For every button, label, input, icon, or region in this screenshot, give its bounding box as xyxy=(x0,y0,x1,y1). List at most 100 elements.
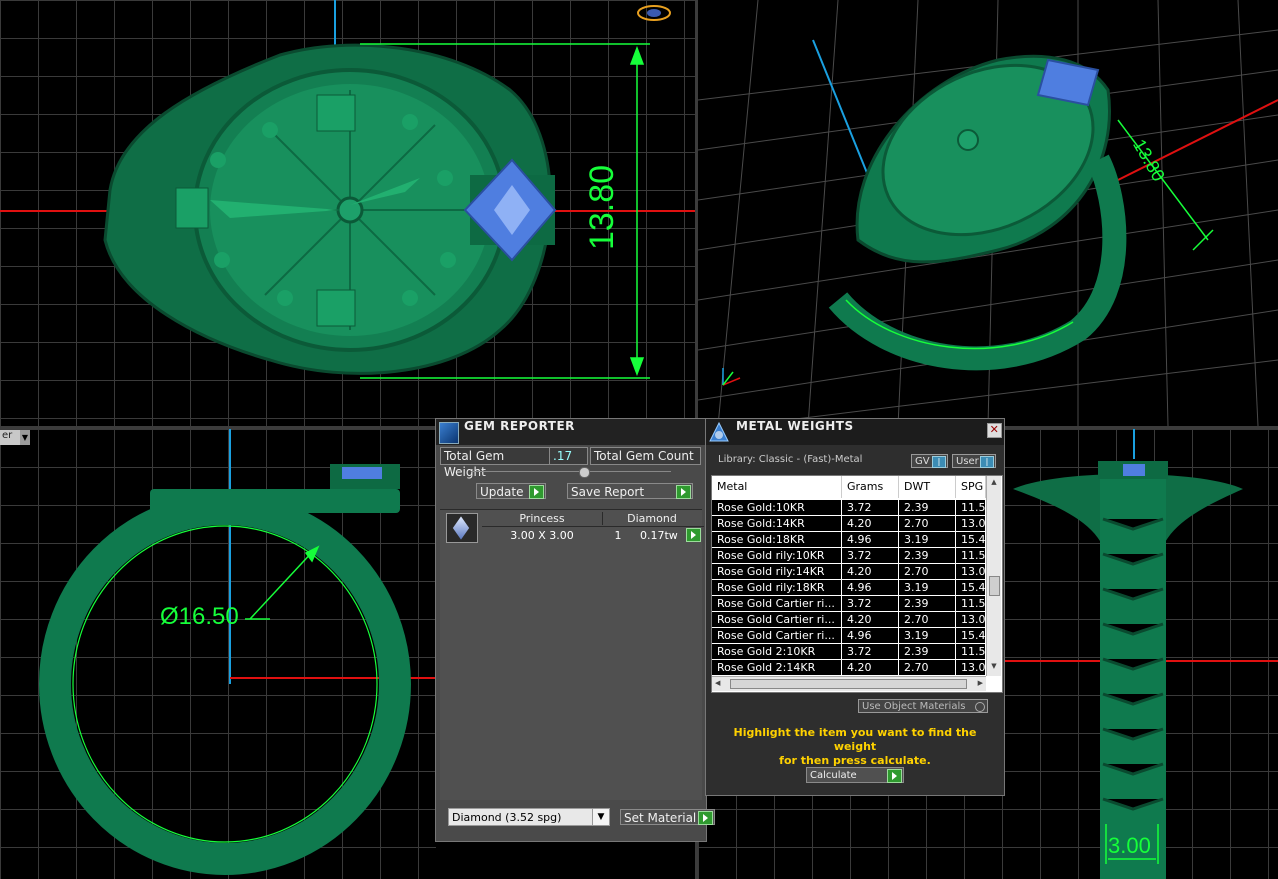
grams-cell: 3.72 xyxy=(842,548,899,563)
horizontal-scrollbar[interactable]: ◀ ▶ xyxy=(712,676,986,691)
gem-material-select-value: Diamond (3.52 spg) xyxy=(452,811,562,824)
viewport-menu[interactable]: er ▼ xyxy=(0,430,30,445)
user-toggle-label: User xyxy=(956,456,979,467)
spg-cell: 13.03 xyxy=(956,660,986,675)
spg-cell: 13.03 xyxy=(956,564,986,579)
table-row[interactable]: Rose Gold rily:10KR3.722.3911.54 xyxy=(712,548,986,564)
table-row[interactable]: Rose Gold Cartier ri...4.202.7013.03 xyxy=(712,612,986,628)
scroll-right-icon[interactable]: ▶ xyxy=(978,679,983,687)
spg-cell: 11.54 xyxy=(956,548,986,563)
table-row[interactable]: Rose Gold 2:10KR3.722.3911.54 xyxy=(712,644,986,660)
dimension-label-height: 13.80 xyxy=(583,164,622,251)
table-row[interactable]: Rose Gold Cartier ri...3.722.3911.54 xyxy=(712,596,986,612)
user-toggle[interactable]: User | xyxy=(952,454,996,468)
gem-reporter-titlebar[interactable]: GEM REPORTER xyxy=(436,419,706,445)
table-row[interactable]: Rose Gold rily:18KR4.963.1915.42 xyxy=(712,580,986,596)
ring-front-view xyxy=(39,429,436,875)
close-icon[interactable]: ✕ xyxy=(987,423,1002,438)
axis-gizmo-icon xyxy=(722,368,741,386)
set-material-button-label: Set Material xyxy=(624,811,697,825)
grams-cell: 3.72 xyxy=(842,500,899,515)
dwt-cell: 2.39 xyxy=(899,548,956,563)
ring-perspective-view xyxy=(698,0,1278,426)
calculate-hint-line1: Highlight the item you want to find the … xyxy=(733,726,977,753)
grams-cell: 4.20 xyxy=(842,564,899,579)
spg-cell: 11.54 xyxy=(956,596,986,611)
gem-material-select[interactable]: Diamond (3.52 spg) ▼ xyxy=(448,808,610,826)
save-report-button-label: Save Report xyxy=(571,485,645,499)
gem-thumbnail-icon xyxy=(446,513,478,543)
gem-weight: 0.17tw xyxy=(640,529,678,542)
grams-cell: 4.20 xyxy=(842,660,899,675)
toggle-indicator-icon: | xyxy=(932,456,946,468)
metal-library-label: Library: Classic - (Fast)-Metal xyxy=(718,454,863,465)
calculate-button-label: Calculate xyxy=(810,770,857,781)
viewport-front[interactable]: Ø16.50 xyxy=(0,429,436,879)
gv-toggle[interactable]: GV | xyxy=(911,454,948,468)
scroll-down-icon[interactable]: ▼ xyxy=(987,662,1001,672)
gem-reporter-panel: GEM REPORTER Total Gem Weight .17 Total … xyxy=(435,418,715,842)
viewport-top[interactable]: 13.80 xyxy=(0,0,695,426)
scroll-thumb[interactable] xyxy=(989,576,1000,596)
metal-name-cell: Rose Gold rily:10KR xyxy=(712,548,842,563)
column-header-spg[interactable]: SPG xyxy=(956,476,986,498)
column-header-metal[interactable]: Metal xyxy=(712,476,842,498)
calculate-button[interactable]: Calculate xyxy=(806,767,904,783)
go-arrow-icon xyxy=(698,811,713,825)
metal-name-cell: Rose Gold 2:10KR xyxy=(712,644,842,659)
spg-cell: 13.03 xyxy=(956,612,986,627)
save-report-button[interactable]: Save Report xyxy=(567,483,693,499)
vertical-scrollbar[interactable]: ▲ ▼ xyxy=(986,476,1001,676)
chevron-down-icon[interactable]: ▼ xyxy=(20,430,30,445)
metal-name-cell: Rose Gold Cartier ri... xyxy=(712,596,842,611)
table-row[interactable]: Rose Gold:10KR3.722.3911.54 xyxy=(712,500,986,516)
spg-cell: 11.54 xyxy=(956,644,986,659)
go-arrow-icon xyxy=(529,485,544,499)
scroll-left-icon[interactable]: ◀ xyxy=(715,679,720,687)
gem-reporter-icon xyxy=(439,422,459,444)
metal-weights-table[interactable]: Metal Grams DWT SPG Rose Gold:10KR 3.72 2.… xyxy=(711,475,1003,693)
metal-name-cell: Rose Gold rily:14KR xyxy=(712,564,842,579)
metal-name-cell: Rose Gold:18KR xyxy=(712,532,842,547)
gem-list[interactable]: Princess Diamond 3.00 X 3.00 1 0.17tw xyxy=(440,509,704,800)
dwt-cell: 3.19 xyxy=(899,628,956,643)
column-header-dwt[interactable]: DWT xyxy=(899,476,956,498)
metal-weights-title: METAL WEIGHTS xyxy=(736,419,854,433)
dwt-cell: 3.19 xyxy=(899,580,956,595)
gem-row-go-button[interactable] xyxy=(685,528,701,542)
viewport-perspective[interactable]: 13.80 xyxy=(698,0,1278,426)
splitter-handle[interactable] xyxy=(579,467,590,478)
table-row[interactable]: Rose Gold Cartier ri...4.963.1915.42 xyxy=(712,628,986,644)
table-row[interactable]: Rose Gold:18KR4.963.1915.42 xyxy=(712,532,986,548)
go-arrow-icon xyxy=(676,485,691,499)
metal-name-cell: Rose Gold Cartier ri... xyxy=(712,612,842,627)
go-arrow-icon xyxy=(887,769,902,783)
table-row[interactable]: Rose Gold rily:14KR4.202.7013.03 xyxy=(712,564,986,580)
grams-cell: 3.72 xyxy=(842,596,899,611)
table-row[interactable]: Rose Gold:14KR4.202.7013.03 xyxy=(712,516,986,532)
table-row[interactable]: Rose Gold 2:14KR4.202.7013.03 xyxy=(712,660,986,676)
metal-name-cell: Rose Gold Cartier ri... xyxy=(712,628,842,643)
update-button[interactable]: Update xyxy=(476,483,546,499)
use-object-materials-toggle[interactable]: Use Object Materials xyxy=(858,699,988,713)
grams-cell: 3.72 xyxy=(842,644,899,659)
metal-weights-panel: METAL WEIGHTS ✕ Library: Classic - (Fast… xyxy=(705,418,1005,796)
panel-splitter[interactable] xyxy=(471,471,671,472)
toggle-indicator-icon: | xyxy=(980,456,994,468)
scroll-thumb[interactable] xyxy=(730,679,967,689)
set-material-button[interactable]: Set Material xyxy=(620,809,715,825)
spg-cell: 15.42 xyxy=(956,580,986,595)
metal-weights-titlebar[interactable]: METAL WEIGHTS ✕ xyxy=(706,419,1004,445)
column-header-grams[interactable]: Grams xyxy=(842,476,899,498)
grams-cell: 4.96 xyxy=(842,580,899,595)
gem-row[interactable]: Princess Diamond 3.00 X 3.00 1 0.17tw xyxy=(442,510,710,546)
gem-reporter-title: GEM REPORTER xyxy=(464,419,575,433)
dwt-cell: 2.39 xyxy=(899,644,956,659)
spg-cell: 13.03 xyxy=(956,516,986,531)
use-object-materials-label: Use Object Materials xyxy=(862,701,966,712)
gem-shape-header: Princess xyxy=(482,512,603,525)
grams-cell: 4.20 xyxy=(842,516,899,531)
gem-size: 3.00 X 3.00 xyxy=(510,529,574,542)
scroll-up-icon[interactable]: ▲ xyxy=(987,478,1001,488)
princess-gem xyxy=(463,158,557,262)
